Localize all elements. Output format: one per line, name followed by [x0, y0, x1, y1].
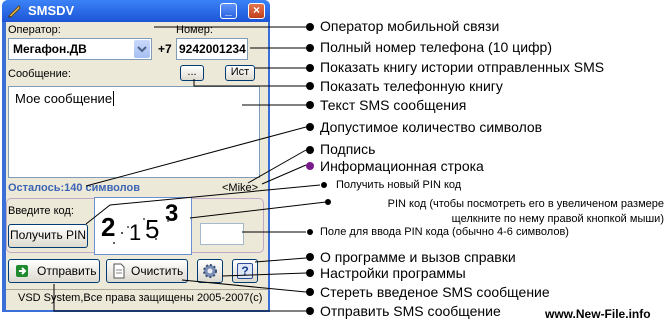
- leader-line: [181, 279, 307, 293]
- watermark: www.New-File.info: [545, 307, 651, 321]
- bullet-marker: [306, 307, 314, 315]
- bullet-marker: [306, 82, 314, 90]
- bullet-marker: [307, 229, 313, 235]
- leader-line: [189, 201, 327, 219]
- bullet-marker: [325, 199, 331, 205]
- annotation-signature: Подпись: [320, 141, 376, 157]
- annotation-clear: Стереть введеное SMS сообщение: [320, 284, 550, 300]
- bullet-marker: [306, 123, 314, 131]
- bullet-marker: [306, 162, 314, 170]
- bullet-marker: [306, 44, 314, 52]
- leader-line: [254, 257, 307, 263]
- bullet-marker: [306, 253, 314, 261]
- annotation-chars: Допустимое количество символов: [320, 119, 543, 135]
- bullet-marker: [306, 64, 314, 72]
- annotation-operator: Оператор мобильной связи: [320, 18, 500, 34]
- annotation-send: Отправить SMS сообщение: [320, 303, 501, 319]
- leader-line: [193, 79, 306, 87]
- annotation-info: Информационная строка: [320, 158, 484, 174]
- leader-line: [221, 272, 307, 277]
- annotation-pin-field: Поле для ввода PIN кода (обычно 4-6 симв…: [320, 226, 569, 238]
- annotation-pin-desc: PIN код (чтобы посмотреть его в увеличен…: [387, 198, 664, 225]
- annotation-settings: Настройки программы: [320, 265, 466, 281]
- annotation-about: О программе и вызов справки: [320, 249, 516, 265]
- annotation-new-pin: Получить новый PIN код: [336, 179, 462, 191]
- leader-line: [85, 184, 321, 225]
- leader-line: [261, 164, 307, 185]
- annotation-message: Текст SMS сообщения: [320, 97, 467, 113]
- bullet-marker: [306, 269, 314, 277]
- bullet-marker: [321, 182, 327, 188]
- bullet-marker: [306, 146, 314, 154]
- bullet-marker: [306, 23, 314, 31]
- annotation-phone: Полный номер телефона (10 цифр): [320, 39, 552, 55]
- annotation-phonebook: Показать телефонную книгу: [320, 78, 503, 94]
- leader-line: [85, 126, 307, 187]
- bullet-marker: [306, 101, 314, 109]
- annotation-history: Показать книгу истории отправленных SMS: [320, 59, 605, 75]
- bullet-marker: [306, 288, 314, 296]
